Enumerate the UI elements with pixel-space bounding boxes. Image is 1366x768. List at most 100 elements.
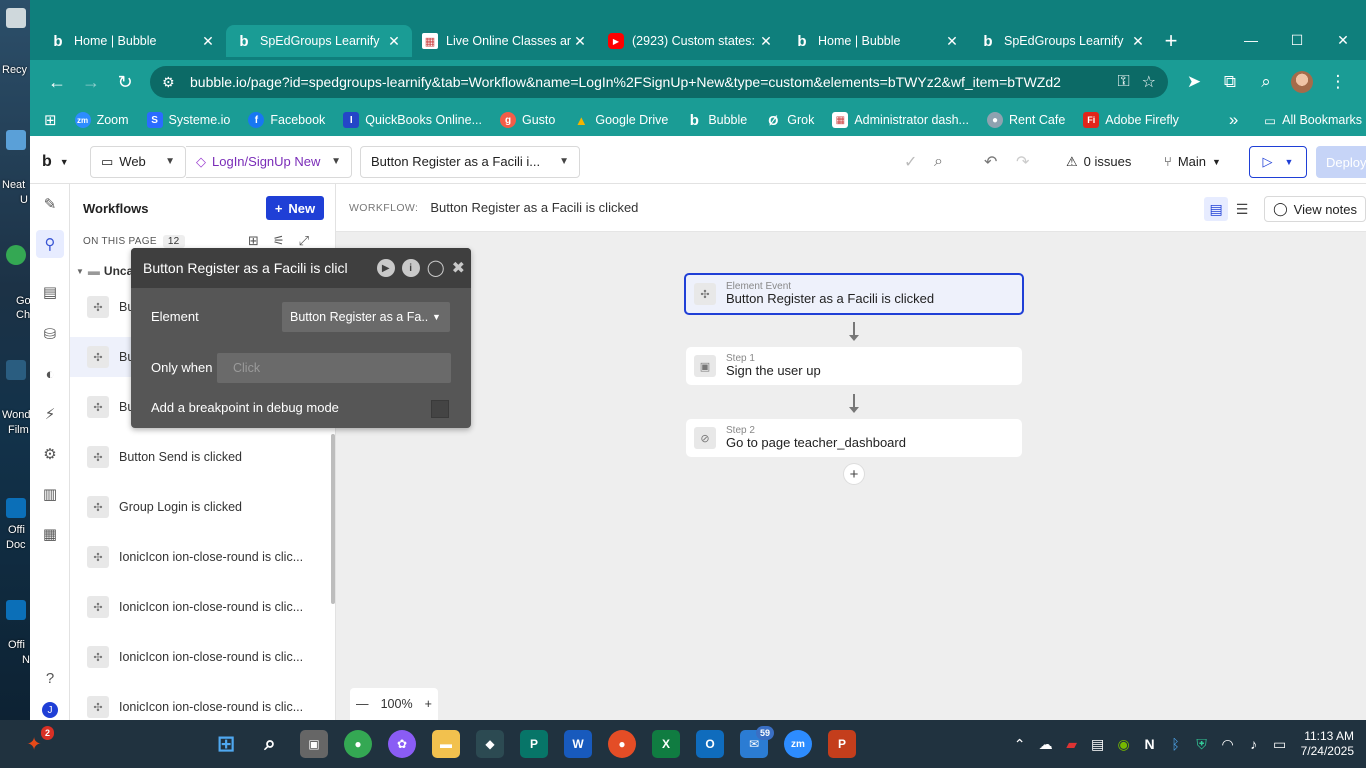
logs-icon[interactable]: ▥ — [40, 484, 60, 504]
help-icon[interactable]: ? — [40, 668, 60, 688]
close-icon[interactable]: ✕ — [1130, 33, 1146, 50]
bookmark-gusto[interactable]: g Gusto — [500, 112, 555, 128]
styles-icon[interactable]: ▤ — [40, 282, 60, 302]
undo-icon[interactable]: ↶ — [984, 152, 997, 172]
deploy-button[interactable]: Deploy — [1316, 146, 1366, 178]
recycle-bin-icon[interactable] — [6, 8, 26, 28]
bookmark-systeme[interactable]: S Systeme.io — [146, 112, 230, 128]
office-icon[interactable] — [6, 600, 26, 620]
cursor-extension-icon[interactable]: ➤ — [1176, 65, 1212, 99]
profile-avatar[interactable] — [1284, 65, 1320, 99]
bubble-logo[interactable]: b ▼ — [30, 153, 90, 171]
close-icon[interactable]: ✕ — [758, 33, 774, 50]
close-window-icon[interactable]: ✕ — [1320, 28, 1366, 52]
app-tray-icon[interactable]: ▤ — [1085, 736, 1111, 753]
folder-uncategorized[interactable]: ▼ ▬ Unca — [76, 264, 133, 278]
task-view-icon[interactable]: ▣ — [300, 730, 328, 758]
list-item[interactable]: ✣ IonicIcon ion-close-round is clic... — [70, 687, 332, 720]
security-shield-icon[interactable]: ⛨ — [1189, 736, 1215, 753]
new-tab-button[interactable]: + — [1156, 25, 1186, 57]
word-icon[interactable]: W — [564, 730, 592, 758]
add-folder-icon[interactable]: ⊞ — [248, 233, 259, 249]
site-info-icon[interactable]: ⚙ — [162, 74, 180, 91]
device-select[interactable]: ▭ Web ▼ — [90, 145, 186, 178]
wondershare-icon[interactable] — [6, 360, 26, 380]
close-icon[interactable]: ✕ — [944, 33, 960, 50]
nvidia-icon[interactable]: ◉ — [1111, 736, 1137, 753]
start-windows-icon[interactable]: ⊞ — [212, 730, 240, 758]
only-when-input[interactable]: Click — [217, 353, 451, 383]
comment-icon[interactable]: ◯ — [427, 258, 445, 278]
database-icon[interactable]: ⛁ — [40, 324, 60, 344]
step-node[interactable]: ▣ Step 1 Sign the user up — [686, 347, 1022, 385]
copilot-icon[interactable]: ✿ — [388, 730, 416, 758]
outlook-icon[interactable]: O — [696, 730, 724, 758]
tab-youtube-custom-states[interactable]: ▶ (2923) Custom states: ✕ — [598, 25, 784, 57]
list-item[interactable]: ✣ Button Send is clicked — [70, 437, 332, 477]
volume-icon[interactable]: ♪ — [1241, 736, 1267, 752]
redo-icon[interactable]: ↷ — [1016, 152, 1029, 172]
tab-home-bubble-2[interactable]: b Home | Bubble ✕ — [784, 25, 970, 57]
tab-live-online-classes[interactable]: ▦ Live Online Classes ar ✕ — [412, 25, 598, 57]
chrome-icon[interactable]: ● — [608, 730, 636, 758]
preview-button[interactable]: ▷ ▼ — [1249, 146, 1307, 178]
bookmark-admin-dashboard[interactable]: ▦ Administrator dash... — [832, 112, 969, 128]
menu-icon[interactable]: ⋮ — [1320, 65, 1356, 99]
cloud-icon[interactable]: ☁ — [1033, 736, 1059, 753]
tab-spedgroups-learnify[interactable]: b SpEdGroups Learnify ✕ — [226, 25, 412, 57]
bookmark-zoom[interactable]: zm Zoom — [74, 112, 129, 128]
excel-icon[interactable]: X — [652, 730, 680, 758]
zoom-out-button[interactable]: — — [356, 697, 369, 711]
info-icon[interactable]: i — [401, 259, 420, 277]
filter-icon[interactable]: ⚟ — [273, 233, 285, 249]
expand-icon[interactable]: ⤢ — [299, 233, 309, 249]
add-step-button[interactable]: + — [844, 464, 864, 484]
extensions-icon[interactable]: ⧉ — [1212, 65, 1248, 99]
list-item[interactable]: ✣ Group Login is clicked — [70, 487, 332, 527]
notion-icon[interactable]: N — [1137, 736, 1163, 752]
settings-icon[interactable]: ⚙ — [40, 444, 60, 464]
publisher-icon[interactable]: P — [520, 730, 548, 758]
star-icon[interactable]: ☆ — [1142, 72, 1156, 92]
mail-icon[interactable]: ✉ 59 — [740, 726, 774, 758]
bookmark-facebook[interactable]: f Facebook — [248, 112, 325, 128]
office-doc-icon[interactable] — [6, 498, 26, 518]
bookmark-google-drive[interactable]: ▲ Google Drive — [573, 112, 668, 128]
back-button[interactable]: ← — [40, 65, 74, 99]
zoom-in-button[interactable]: + — [425, 697, 432, 711]
bluetooth-icon[interactable]: ᛒ — [1163, 736, 1189, 752]
card-view-icon[interactable]: ▤ — [1204, 197, 1229, 221]
clock[interactable]: 11:13 AM 7/24/2025 — [1293, 729, 1366, 759]
property-editor-header[interactable]: Button Register as a Facili is clicl ▶ i… — [131, 248, 471, 288]
powerpoint-icon[interactable]: P — [828, 730, 856, 758]
wifi-icon[interactable]: ◠ — [1215, 736, 1241, 753]
tab-spedgroups-learnify-2[interactable]: b SpEdGroups Learnify ✕ — [970, 25, 1156, 57]
breakpoint-checkbox[interactable] — [431, 400, 449, 418]
page-select[interactable]: ◇ LogIn/SignUp New ▼ — [186, 145, 352, 178]
key-icon[interactable]: ⚿ — [1117, 73, 1129, 91]
app-tray-icon[interactable]: ▰ — [1059, 736, 1085, 753]
list-item[interactable]: ✣ IonicIcon ion-close-round is clic... — [70, 587, 332, 627]
forward-button[interactable]: → — [74, 65, 108, 99]
workflow-select[interactable]: Button Register as a Facili i... ▼ — [360, 145, 580, 178]
zoom-app-icon[interactable]: zm — [784, 730, 812, 758]
maximize-icon[interactable]: ☐ — [1274, 28, 1320, 52]
apps-icon[interactable]: ⊞ — [44, 111, 57, 129]
list-item[interactable]: ✣ IonicIcon ion-close-round is clic... — [70, 537, 332, 577]
bookmark-bubble[interactable]: b Bubble — [686, 112, 748, 129]
address-bar[interactable]: ⚙ bubble.io/page?id=spedgroups-learnify&… — [150, 66, 1168, 98]
issues-indicator[interactable]: ⚠ 0 issues — [1066, 154, 1131, 170]
close-icon[interactable]: ✕ — [572, 33, 588, 50]
workflow-icon[interactable]: ⚲ — [36, 230, 64, 258]
battery-icon[interactable]: ▭ — [1267, 736, 1293, 753]
terminal-icon[interactable]: ◆ — [476, 730, 504, 758]
more-bookmarks-icon[interactable]: » — [1229, 110, 1238, 130]
tab-home-bubble[interactable]: b Home | Bubble ✕ — [40, 25, 226, 57]
user-avatar[interactable]: J — [42, 702, 58, 718]
reload-button[interactable]: ↻ — [108, 65, 142, 99]
table-icon[interactable]: ▦ — [40, 524, 60, 544]
search-tab-icon[interactable]: ⌕ — [1248, 65, 1284, 99]
list-view-icon[interactable]: ☰ — [1230, 197, 1254, 221]
notifications-app[interactable]: ✦ 2 — [20, 726, 54, 758]
plugin-icon[interactable]: ⚡ — [40, 404, 60, 424]
